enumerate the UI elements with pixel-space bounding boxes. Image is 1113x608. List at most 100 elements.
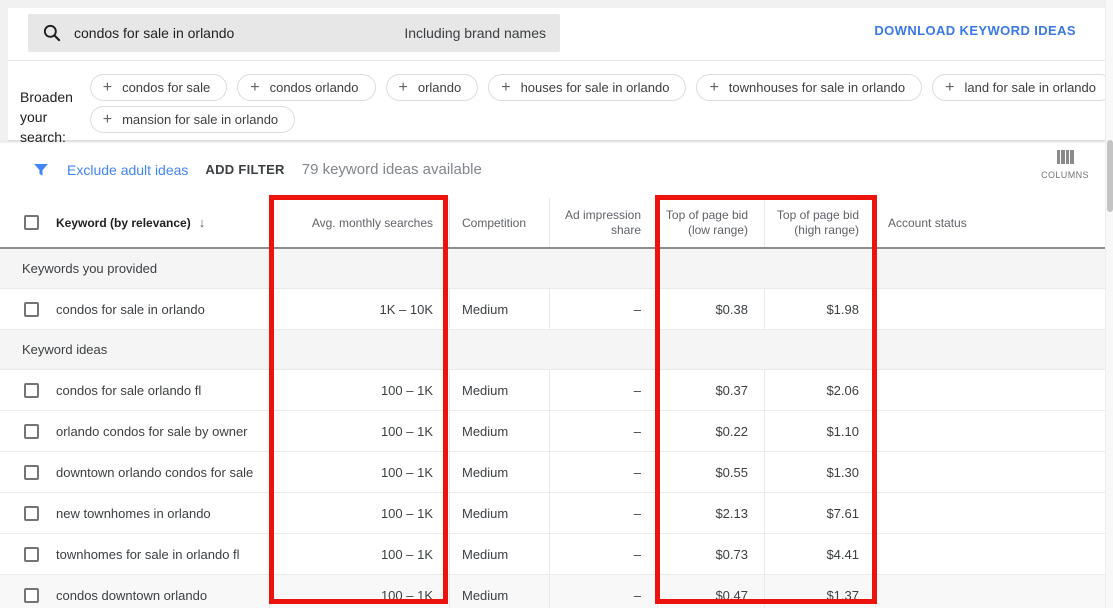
competition-cell: Medium [450,289,550,329]
avg-searches-cell: 100 – 1K [270,493,450,533]
section-header-keywords-you-provided: Keywords you provided [0,249,1105,289]
columns-icon [1057,150,1074,164]
table-row[interactable]: downtown orlando condos for sale 100 – 1… [0,452,1105,493]
top-bar: condos for sale in orlando Including bra… [0,0,1113,61]
bid-high-cell: $4.41 [765,534,876,574]
row-checkbox[interactable] [24,547,39,562]
vertical-scrollbar [1105,0,1113,608]
header-keyword[interactable]: Keyword (by relevance) [0,198,270,247]
plus-icon [103,80,112,96]
plus-icon [501,80,510,96]
keyword-cell: townhomes for sale in orlando fl [56,547,240,562]
columns-button[interactable]: COLUMNS [1035,150,1095,180]
bid-high-cell: $1.98 [765,289,876,329]
account-status-cell [876,534,1105,574]
broaden-search-label: Broaden your search: [0,61,90,140]
header-top-of-page-bid-low[interactable]: Top of page bid(low range) [658,198,765,247]
add-filter-button[interactable]: ADD FILTER [205,162,284,177]
row-checkbox[interactable] [24,424,39,439]
header-ad-impression-share[interactable]: Ad impressionshare [550,198,658,247]
bid-low-cell: $0.55 [658,452,765,492]
exclude-adult-ideas-link[interactable]: Exclude adult ideas [67,162,188,178]
row-checkbox[interactable] [24,302,39,317]
table-row[interactable]: orlando condos for sale by owner 100 – 1… [0,411,1105,452]
account-status-cell [876,370,1105,410]
keyword-planner-screen: condos for sale in orlando Including bra… [0,0,1113,608]
row-checkbox[interactable] [24,506,39,521]
competition-cell: Medium [450,370,550,410]
competition-cell: Medium [450,411,550,451]
suggestion-chips: condos for sale condos orlando orlando h… [90,61,1113,140]
bid-low-cell: $0.22 [658,411,765,451]
plus-icon [250,80,259,96]
avg-searches-cell: 100 – 1K [270,534,450,574]
row-checkbox[interactable] [24,465,39,480]
page-edge-top [0,0,1113,8]
plus-icon [399,80,408,96]
chip-land-for-sale-in-orlando[interactable]: land for sale in orlando [932,74,1113,101]
keyword-cell: condos for sale in orlando [56,302,205,317]
avg-searches-cell: 100 – 1K [270,411,450,451]
plus-icon [103,112,112,128]
keyword-cell: downtown orlando condos for sale [56,465,253,480]
download-keyword-ideas-link[interactable]: DOWNLOAD KEYWORD IDEAS [874,0,1076,61]
search-input[interactable]: condos for sale in orlando Including bra… [28,14,560,52]
table-row[interactable]: townhomes for sale in orlando fl 100 – 1… [0,534,1105,575]
row-checkbox[interactable] [24,588,39,603]
ad-impression-share-cell: – [550,411,658,451]
header-competition[interactable]: Competition [450,198,550,247]
scrollbar-thumb[interactable] [1107,140,1113,212]
ad-impression-share-cell: – [550,575,658,608]
keyword-cell: new townhomes in orlando [56,506,211,521]
filter-icon[interactable] [32,161,50,179]
select-all-checkbox[interactable] [24,215,39,230]
bid-high-cell: $1.10 [765,411,876,451]
bid-low-cell: $0.37 [658,370,765,410]
chip-houses-for-sale-in-orlando[interactable]: houses for sale in orlando [488,74,686,101]
row-checkbox[interactable] [24,383,39,398]
avg-searches-cell: 100 – 1K [270,575,450,608]
table-header-row: Keyword (by relevance) Avg. monthly sear… [0,198,1105,249]
account-status-cell [876,289,1105,329]
brand-names-toggle-label[interactable]: Including brand names [404,25,546,41]
chip-orlando[interactable]: orlando [386,74,479,101]
account-status-cell [876,493,1105,533]
chip-condos-orlando[interactable]: condos orlando [237,74,375,101]
plus-icon [709,80,718,96]
bid-high-cell: $2.06 [765,370,876,410]
table-row[interactable]: condos for sale in orlando 1K – 10K Medi… [0,289,1105,330]
ad-impression-share-cell: – [550,452,658,492]
table-row[interactable]: new townhomes in orlando 100 – 1K Medium… [0,493,1105,534]
header-avg-monthly-searches[interactable]: Avg. monthly searches [270,198,450,247]
competition-cell: Medium [450,575,550,608]
avg-searches-cell: 100 – 1K [270,452,450,492]
competition-cell: Medium [450,493,550,533]
account-status-cell [876,411,1105,451]
plus-icon [945,80,954,96]
account-status-cell [876,452,1105,492]
broaden-search-section: Broaden your search: condos for sale con… [0,61,1113,141]
keyword-ideas-table: Keyword (by relevance) Avg. monthly sear… [0,198,1105,608]
table-row[interactable]: condos for sale orlando fl 100 – 1K Medi… [0,370,1105,411]
bid-low-cell: $0.73 [658,534,765,574]
keyword-cell: condos downtown orlando [56,588,207,603]
ad-impression-share-cell: – [550,289,658,329]
bid-high-cell: $1.37 [765,575,876,608]
chip-mansion-for-sale-in-orlando[interactable]: mansion for sale in orlando [90,106,295,133]
sort-descending-icon [199,215,206,230]
avg-searches-cell: 100 – 1K [270,370,450,410]
competition-cell: Medium [450,534,550,574]
ad-impression-share-cell: – [550,534,658,574]
header-top-of-page-bid-high[interactable]: Top of page bid(high range) [765,198,876,247]
keyword-cell: condos for sale orlando fl [56,383,201,398]
filter-bar: Exclude adult ideas ADD FILTER 79 keywor… [0,141,1113,198]
table-row[interactable]: condos downtown orlando 100 – 1K Medium … [0,575,1105,608]
chip-condos-for-sale[interactable]: condos for sale [90,74,228,101]
keyword-ideas-count: 79 keyword ideas available [302,161,482,178]
search-query-text: condos for sale in orlando [74,25,404,41]
chip-townhouses-for-sale-in-orlando[interactable]: townhouses for sale in orlando [696,74,922,101]
bid-low-cell: $2.13 [658,493,765,533]
header-account-status[interactable]: Account status [876,198,1105,247]
account-status-cell [876,575,1105,608]
bid-high-cell: $1.30 [765,452,876,492]
